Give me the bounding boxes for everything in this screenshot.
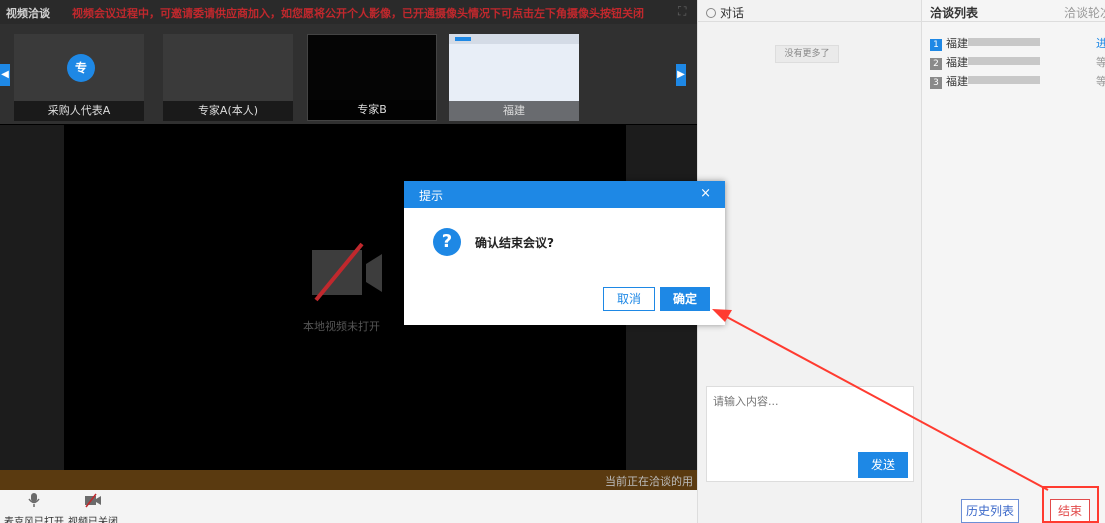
question-icon: ? [433, 228, 461, 256]
participant-thumb[interactable]: 专 采购人代表A [14, 34, 144, 121]
video-side-left [0, 125, 64, 470]
video-controls: 麦克风已打开 视频已关闭 [0, 490, 697, 523]
confirm-dialog: 提示 × ? 确认结束会议? 取消 确定 [404, 181, 725, 325]
dialog-message: 确认结束会议? [475, 236, 554, 250]
list-round-title: 洽谈轮次 [1064, 6, 1105, 20]
list-item[interactable]: 3 福建 等 [930, 73, 1105, 89]
list-item-status: 进 [1096, 37, 1105, 50]
list-item-status: 等 [1096, 56, 1105, 69]
list-item-name: 福建 [946, 56, 968, 69]
video-title: 视频洽谈 [6, 7, 50, 20]
camera-off-text: 本地视频未打开 [303, 320, 380, 333]
end-button-highlight [1042, 486, 1099, 523]
list-title: 洽谈列表 [930, 6, 979, 20]
participant-thumb[interactable]: 福建 [449, 34, 579, 121]
participant-thumb[interactable]: 专家A(本人) [163, 34, 293, 121]
send-button[interactable]: 发送 [858, 452, 908, 478]
mic-button[interactable]: 麦克风已打开 [4, 492, 64, 523]
participant-name: 专家A(本人) [163, 101, 293, 121]
camera-button[interactable]: 视频已关闭 [68, 492, 118, 523]
microphone-icon [28, 493, 40, 507]
session-list-panel: 洽谈列表 洽谈轮次 1福建 进 2福建 等 3福建 等 历史列表 结束 [921, 0, 1105, 523]
status-text: 当前正在洽谈的用 [605, 475, 693, 488]
list-item-name: 福建 [946, 37, 968, 50]
list-item[interactable]: 1 福建 进 [930, 35, 1105, 51]
list-item-status: 等 [1096, 75, 1105, 88]
mic-label: 麦克风已打开 [4, 517, 64, 523]
no-more-messages: 没有更多了 [775, 45, 839, 63]
fullscreen-icon[interactable]: ⛶ [678, 4, 686, 19]
video-notice: 视频会议过程中，可邀请委请供应商加入，如您愿将公开个人影像，已开通摄像头情况下可… [72, 7, 644, 20]
participant-thumb[interactable]: 专家B [307, 34, 437, 121]
list-item-name: 福建 [946, 75, 968, 88]
list-item-number: 3 [930, 77, 942, 89]
list-item-number: 2 [930, 58, 942, 70]
participant-name: 采购人代表A [14, 101, 144, 121]
participant-strip: ◀ 专 采购人代表A 专家A(本人) 专家B 福建 ▶ [0, 24, 697, 124]
redacted-text [968, 76, 1040, 84]
dialog-header: 提示 × [404, 181, 725, 208]
close-icon[interactable]: × [700, 186, 711, 201]
chat-panel: 对话 没有更多了 发送 [697, 0, 921, 523]
chat-icon [706, 8, 716, 18]
confirm-button[interactable]: 确定 [660, 287, 710, 311]
redacted-text [968, 57, 1040, 65]
list-header: 洽谈列表 洽谈轮次 [922, 0, 1105, 22]
dialog-title: 提示 [419, 189, 444, 203]
strip-next-button[interactable]: ▶ [676, 64, 686, 86]
camera-label: 视频已关闭 [68, 517, 118, 523]
chat-title: 对话 [720, 6, 745, 20]
redacted-text [968, 38, 1040, 46]
participant-name: 福建 [449, 101, 579, 121]
strip-prev-button[interactable]: ◀ [0, 64, 10, 86]
camera-off-small-icon [85, 493, 101, 508]
video-topbar: 视频洽谈 视频会议过程中，可邀请委请供应商加入，如您愿将公开个人影像，已开通摄像… [0, 0, 697, 24]
screen-share-logo [455, 37, 471, 41]
history-list-button[interactable]: 历史列表 [961, 499, 1019, 523]
avatar: 专 [67, 54, 95, 82]
participant-name: 专家B [308, 100, 436, 120]
list-item[interactable]: 2 福建 等 [930, 54, 1105, 70]
chat-header: 对话 [698, 0, 921, 22]
cancel-button[interactable]: 取消 [603, 287, 655, 311]
camera-off-icon [312, 242, 382, 302]
status-bar: 当前正在洽谈的用 [0, 470, 697, 490]
list-item-number: 1 [930, 39, 942, 51]
